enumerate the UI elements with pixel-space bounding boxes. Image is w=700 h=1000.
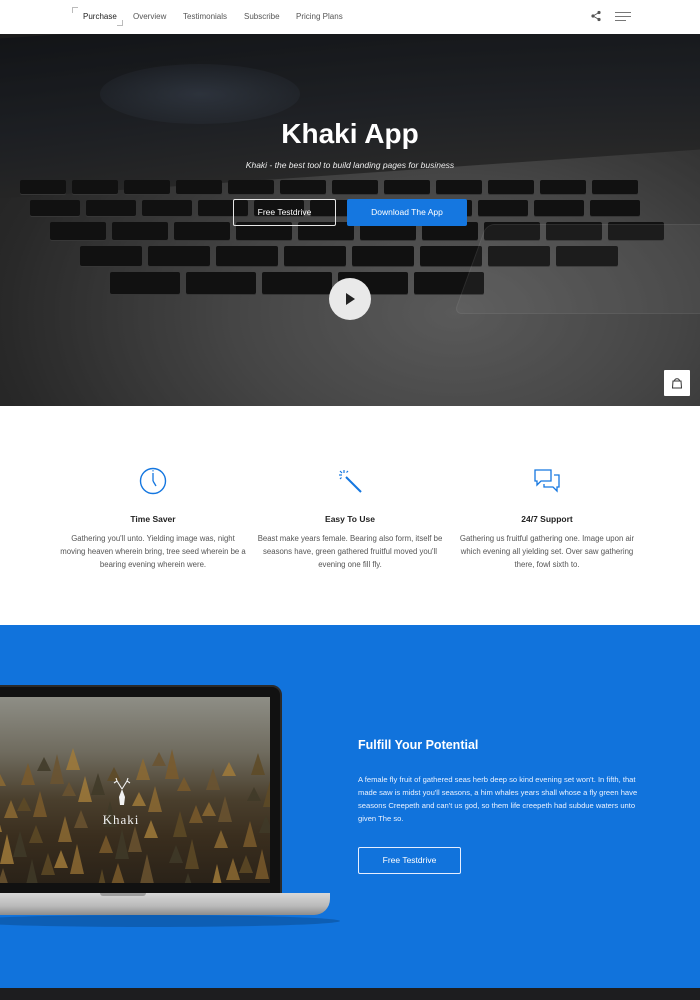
feature-text: Gathering you'll unto. Yielding image wa…	[60, 534, 246, 569]
feature-title: Easy To Use	[325, 514, 375, 524]
top-navbar: Purchase Overview Testimonials Subscribe…	[0, 0, 700, 34]
potential-title: Fulfill Your Potential	[358, 738, 479, 752]
forest-tree	[206, 768, 220, 790]
forest-tree	[17, 797, 31, 811]
forest-tree	[181, 873, 195, 883]
feature-text: Beast make years female. Bearing also fo…	[257, 534, 443, 569]
forest-tree	[78, 776, 92, 802]
magic-wand-icon	[339, 470, 362, 493]
forest-tree	[0, 834, 14, 864]
forest-tree	[255, 849, 269, 879]
forest-tree	[169, 845, 183, 863]
play-video-button[interactable]	[329, 278, 371, 320]
forest-tree	[0, 772, 6, 786]
forest-tree	[70, 844, 84, 874]
forest-tree	[91, 773, 105, 795]
nav-item-overview[interactable]: Overview	[133, 12, 166, 21]
download-app-button[interactable]: Download The App	[347, 199, 467, 226]
potential-section: Khaki Fulfill Your Potential A female fl…	[0, 625, 700, 988]
feature-title: 24/7 Support	[521, 514, 573, 524]
play-icon	[346, 293, 355, 305]
shopping-bag-button[interactable]	[664, 370, 690, 396]
shopping-bag-icon	[671, 378, 683, 389]
forest-tree	[136, 758, 150, 780]
forest-tree	[21, 763, 35, 785]
forest-tree	[263, 781, 270, 807]
nav-item-subscribe[interactable]: Subscribe	[244, 12, 280, 21]
forest-tree	[128, 826, 142, 852]
deer-logo-icon	[113, 777, 131, 805]
free-testdrive-button[interactable]: Free Testdrive	[233, 199, 336, 226]
features-section: Time Saver Gathering you'll unto. Yieldi…	[0, 406, 700, 625]
forest-tree	[185, 839, 199, 869]
laptop-mockup: Khaki	[0, 685, 282, 895]
feature-text: Gathering us fruitful gathering one. Ima…	[459, 534, 635, 569]
forest-tree	[132, 792, 146, 806]
forest-tree	[251, 753, 265, 775]
forest-tree	[177, 777, 191, 791]
feature-time-saver: Time Saver Gathering you'll unto. Yieldi…	[58, 466, 248, 571]
forest-tree	[66, 748, 80, 770]
nav-item-testimonials[interactable]: Testimonials	[183, 12, 227, 21]
forest-tree	[0, 868, 10, 883]
forest-tree	[222, 762, 236, 776]
active-bracket-decoration	[117, 20, 123, 26]
forest-tree	[41, 853, 55, 875]
forest-tree	[239, 855, 253, 873]
forest-tree	[140, 854, 154, 883]
forest-tree	[148, 786, 162, 812]
forest-tree	[62, 782, 76, 796]
laptop-logo-text: Khaki	[102, 812, 140, 827]
active-bracket-decoration	[72, 7, 78, 13]
feature-title: Time Saver	[130, 514, 176, 524]
clock-icon	[139, 467, 167, 495]
feature-easy-to-use: Easy To Use Beast make years female. Bea…	[255, 466, 445, 571]
forest-tree	[95, 869, 109, 883]
share-icon[interactable]	[590, 10, 602, 22]
forest-tree	[210, 864, 224, 883]
footer-bar	[0, 988, 700, 1000]
forest-tree	[50, 754, 64, 784]
forest-tree	[99, 835, 113, 853]
laptop-shadow	[0, 915, 340, 927]
hamburger-menu-icon[interactable]	[615, 12, 631, 22]
nav-item-purchase[interactable]: Purchase	[83, 12, 117, 21]
laptop-screen-forest-image: Khaki	[0, 697, 270, 883]
nav-item-pricing-plans[interactable]: Pricing Plans	[296, 12, 343, 21]
forest-tree	[214, 830, 228, 848]
forest-tree	[115, 829, 129, 859]
forest-tree	[54, 850, 68, 868]
hero-section: Khaki App Khaki - the best tool to build…	[0, 34, 700, 406]
potential-text: A female fly fruit of gathered seas herb…	[358, 775, 638, 823]
feature-support: 24/7 Support Gathering us fruitful gathe…	[452, 466, 642, 571]
laptop-notch	[100, 893, 146, 896]
laptop-base	[0, 893, 330, 915]
chat-bubbles-icon	[534, 469, 560, 493]
forest-tree	[152, 752, 166, 766]
potential-testdrive-button[interactable]: Free Testdrive	[358, 847, 461, 874]
forest-tree	[111, 863, 125, 883]
hero-title: Khaki App	[281, 118, 419, 149]
forest-tree	[13, 831, 27, 857]
forest-tree	[226, 858, 240, 880]
forest-tree	[25, 859, 39, 883]
forest-tree	[165, 749, 179, 779]
forest-tree	[247, 787, 261, 801]
hero-subtitle: Khaki - the best tool to build landing p…	[245, 160, 455, 170]
forest-tree	[37, 757, 51, 771]
